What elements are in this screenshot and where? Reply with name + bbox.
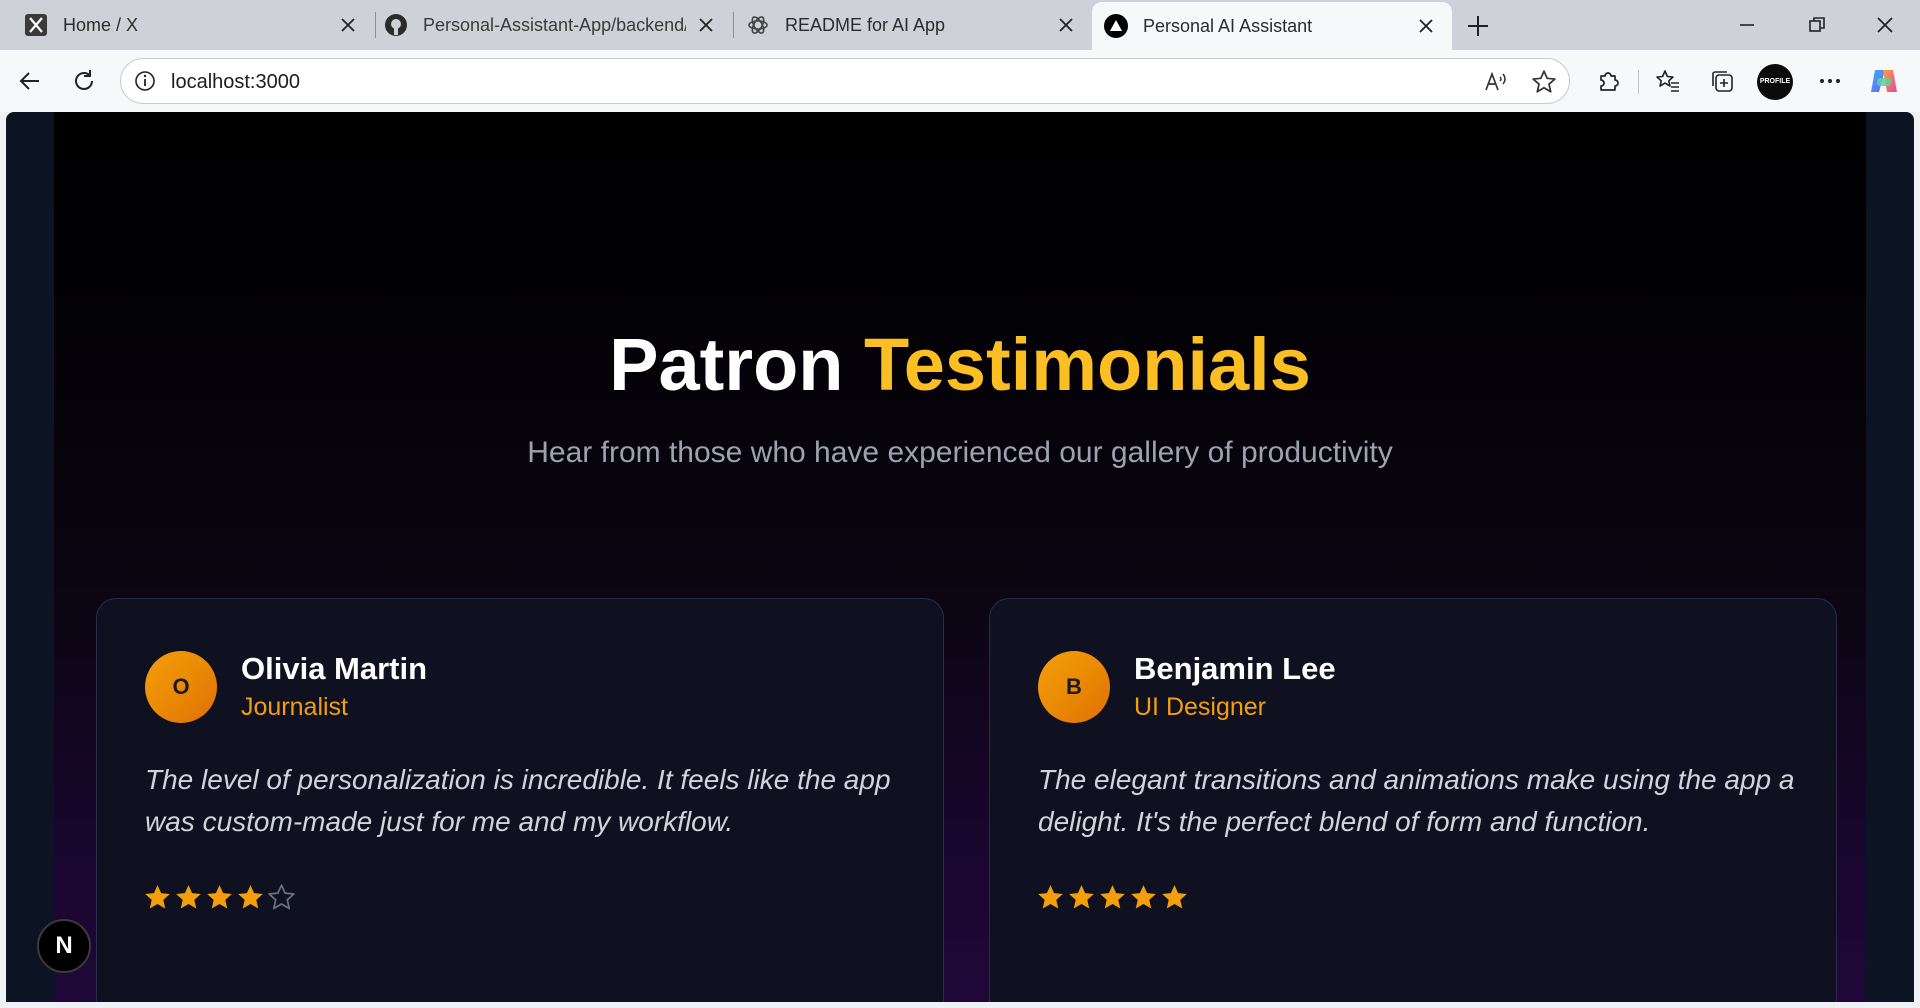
avatar: O (145, 651, 217, 723)
close-window-button[interactable] (1850, 0, 1920, 50)
star-rating (143, 883, 296, 912)
close-icon[interactable] (1414, 14, 1438, 38)
close-icon[interactable] (1054, 13, 1078, 37)
testimonial-card: B Benjamin Lee UI Designer The elegant t… (989, 598, 1837, 1002)
star-rating (1036, 883, 1189, 912)
testimonial-card: O Olivia Martin Journalist The level of … (96, 598, 944, 1002)
back-button[interactable] (12, 63, 48, 99)
github-icon (384, 13, 408, 37)
tab-readme[interactable]: README for AI App (734, 0, 1092, 50)
copilot-icon[interactable] (1866, 63, 1902, 99)
section-title-prefix: Patron (609, 323, 844, 406)
x-logo-icon (24, 13, 48, 37)
profile-label: PROFILE (1759, 78, 1791, 85)
star-filled-icon (143, 883, 172, 912)
favorite-star-icon[interactable] (1531, 69, 1557, 95)
favorites-icon[interactable] (1650, 63, 1686, 99)
collections-icon[interactable] (1704, 63, 1740, 99)
star-filled-icon (236, 883, 265, 912)
tab-personal-ai-assistant[interactable]: Personal AI Assistant (1092, 2, 1452, 50)
star-filled-icon (1098, 883, 1127, 912)
tab-title: Home / X (63, 14, 139, 35)
close-icon[interactable] (336, 13, 360, 37)
testimonial-quote: The elegant transitions and animations m… (1038, 764, 1795, 837)
tab-title: README for AI App (785, 14, 946, 35)
section-title: Patron Testimonials (54, 322, 1866, 407)
star-filled-icon (174, 883, 203, 912)
close-icon[interactable] (694, 13, 718, 37)
testimonial-name: Olivia Martin (241, 651, 428, 686)
testimonial-role: Journalist (241, 693, 348, 721)
testimonial-role: UI Designer (1134, 693, 1266, 721)
tab-strip: Home / X Personal-Assistant-App/backend/… (0, 0, 1920, 50)
refresh-button[interactable] (66, 63, 102, 99)
new-tab-button[interactable] (1462, 10, 1494, 42)
profile-avatar[interactable]: PROFILE (1757, 64, 1793, 100)
section-title-accent: Testimonials (864, 323, 1311, 406)
restore-button[interactable] (1782, 0, 1852, 50)
tab-title: Personal-Assistant-App/backend/ (423, 14, 686, 35)
testimonials-section: Patron Testimonials Hear from those who … (54, 112, 1866, 1002)
address-url[interactable]: localhost:3000 (171, 71, 300, 94)
page-viewport: Patron Testimonials Hear from those who … (6, 112, 1914, 1002)
openai-icon (746, 13, 770, 37)
star-filled-icon (1160, 883, 1189, 912)
tab-title: Personal AI Assistant (1143, 15, 1313, 36)
browser-toolbar: localhost:3000 PROFILE (0, 50, 1920, 112)
star-filled-icon (1067, 883, 1096, 912)
more-menu-icon[interactable] (1812, 63, 1848, 99)
tab-home-x[interactable]: Home / X (0, 0, 374, 50)
testimonial-quote: The level of personalization is incredib… (145, 764, 891, 837)
address-bar[interactable]: localhost:3000 (120, 58, 1570, 104)
nextjs-dev-indicator[interactable]: N (37, 919, 91, 973)
star-filled-icon (205, 883, 234, 912)
read-aloud-icon[interactable] (1483, 69, 1509, 95)
tab-github[interactable]: Personal-Assistant-App/backend/ (376, 0, 732, 50)
star-filled-icon (1129, 883, 1158, 912)
star-filled-icon (1036, 883, 1065, 912)
triangle-logo-icon (1104, 14, 1128, 38)
section-subtitle: Hear from those who have experienced our… (527, 436, 1393, 469)
minimize-button[interactable] (1712, 0, 1782, 50)
avatar: B (1038, 651, 1110, 723)
testimonial-name: Benjamin Lee (1134, 651, 1336, 686)
extensions-icon[interactable] (1590, 63, 1626, 99)
star-empty-icon (267, 883, 296, 912)
toolbar-divider (1638, 70, 1639, 94)
info-icon[interactable] (133, 69, 157, 93)
